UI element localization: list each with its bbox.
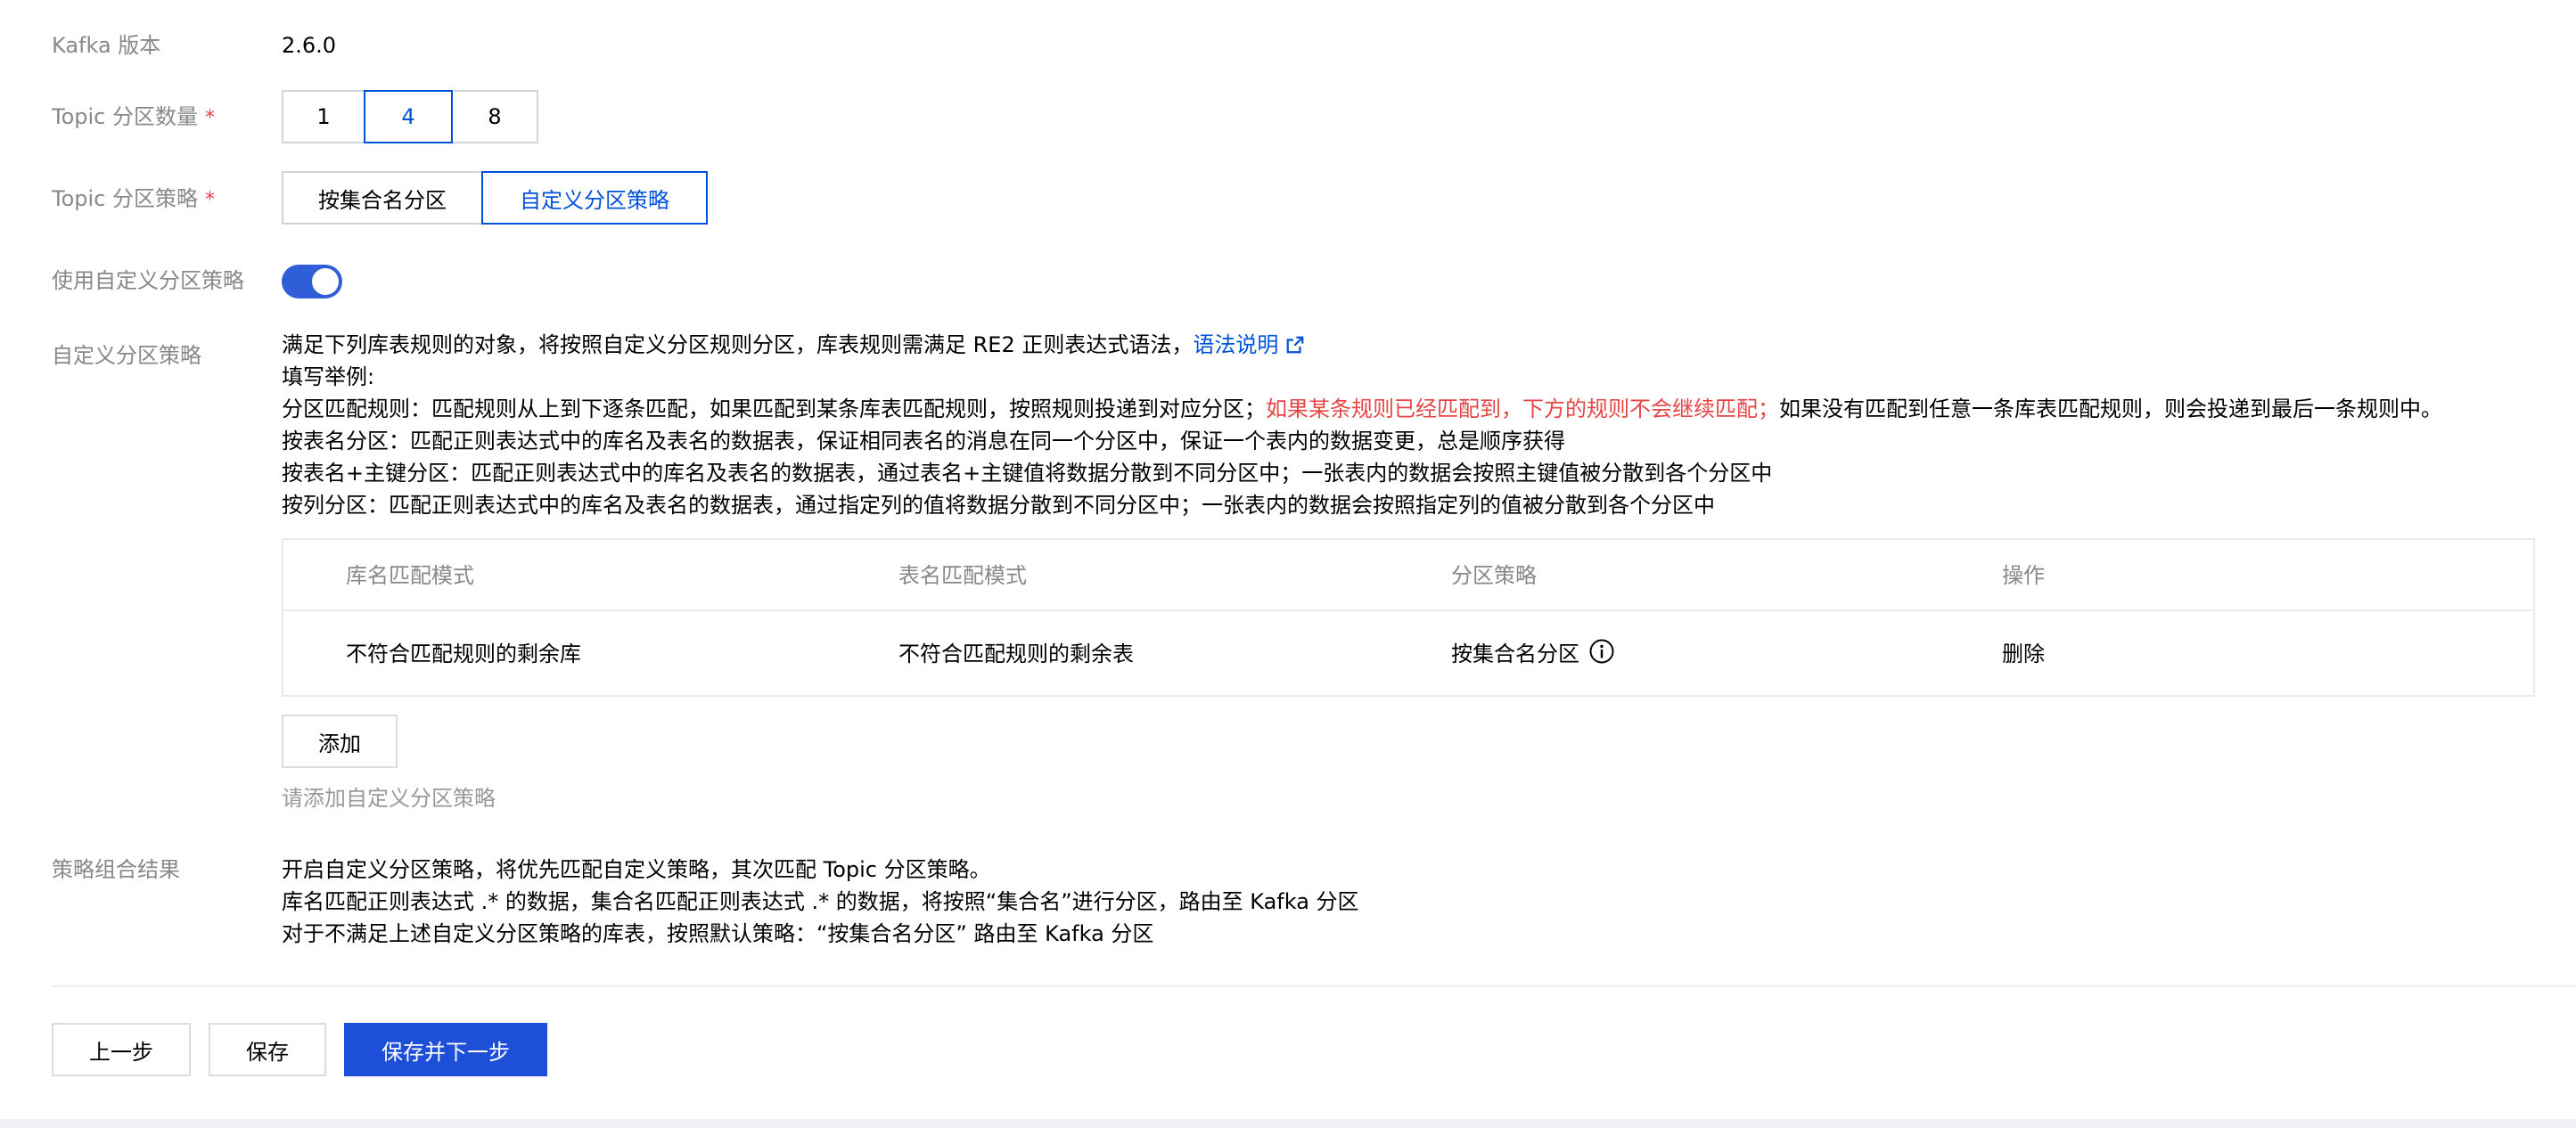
save-and-next-button[interactable]: 保存并下一步 [344,1023,547,1076]
partition-strategy-label-text: Topic 分区策略 [52,186,198,211]
add-rule-hint: 请添加自定义分区策略 [282,786,496,811]
by-column-line: 按列分区：匹配正则表达式中的库名及表名的数据表，通过指定列的值将数据分散到不同分… [282,493,1715,518]
intro-text: 满足下列库表规则的对象，将按照自定义分区规则分区，库表规则需满足 RE2 正则表… [282,332,1194,357]
info-icon[interactable] [1588,638,1615,665]
by-table-pk-line: 按表名+主键分区：匹配正则表达式中的库名及表名的数据表，通过表名+主键值将数据分… [282,461,1773,486]
syntax-help-link[interactable]: 语法说明 [1193,332,1305,357]
col-table-pattern: 表名匹配模式 [898,563,1027,588]
col-db-pattern: 库名匹配模式 [346,563,474,588]
result-description: 开启自定义分区策略，将优先匹配自定义策略，其次匹配 Topic 分区策略。 库名… [282,854,1359,950]
kafka-version-label: Kafka 版本 [52,33,161,58]
rule-suffix: 如果没有匹配到任意一条库表匹配规则，则会投递到最后一条规则中。 [1779,396,2442,421]
table-row: 不符合匹配规则的剩余库 不符合匹配规则的剩余表 按集合名分区 删除 [283,611,2533,697]
custom-rules-table: 库名匹配模式 表名匹配模式 分区策略 操作 不符合匹配规则的剩余库 不符合匹配规… [282,538,2535,697]
strategy-option-by-collection[interactable]: 按集合名分区 [282,171,483,225]
syntax-help-link-text: 语法说明 [1193,332,1279,357]
intro-line: 满足下列库表规则的对象，将按照自定义分区规则分区，库表规则需满足 RE2 正则表… [282,329,2442,361]
row-strategy-text: 按集合名分区 [1451,642,1579,666]
partition-count-label: Topic 分区数量 * [52,101,215,135]
required-mark: * [205,107,215,129]
rule-warning: 如果某条规则已经匹配到，下方的规则不会继续匹配； [1266,396,1779,421]
custom-toggle-label: 使用自定义分区策略 [52,268,244,293]
col-strategy: 分区策略 [1451,563,1537,588]
result-line-3: 对于不满足上述自定义分区策略的库表，按照默认策略：“按集合名分区” 路由至 Ka… [282,921,1154,946]
partition-count-option-8[interactable]: 8 [451,90,538,143]
footer-divider [52,985,2576,987]
result-line-1: 开启自定义分区策略，将优先匹配自定义策略，其次匹配 Topic 分区策略。 [282,857,991,882]
rule-line: 分区匹配规则：匹配规则从上到下逐条匹配，如果匹配到某条库表匹配规则，按照规则投递… [282,393,2442,425]
prev-step-button[interactable]: 上一步 [52,1023,191,1076]
partition-config-page: Kafka 版本 2.6.0 Topic 分区数量 * 1 4 8 Topic 分… [0,0,2576,1128]
result-line-2: 库名匹配正则表达式 .* 的数据，集合名匹配正则表达式 .* 的数据，将按照“集… [282,889,1359,914]
add-rule-button[interactable]: 添加 [282,715,398,768]
strategy-option-custom[interactable]: 自定义分区策略 [481,171,708,225]
custom-strategy-description: 满足下列库表规则的对象，将按照自定义分区规则分区，库表规则需满足 RE2 正则表… [282,329,2442,521]
kafka-version-value: 2.6.0 [282,33,337,58]
partition-count-option-4[interactable]: 4 [364,90,453,143]
save-button[interactable]: 保存 [209,1023,326,1076]
required-mark: * [205,189,215,211]
example-title: 填写举例: [282,364,375,389]
bottom-strip [0,1119,2576,1128]
partition-strategy-selector: 按集合名分区 自定义分区策略 [282,171,708,225]
by-table-line: 按表名分区：匹配正则表达式中的库名及表名的数据表，保证相同表名的消息在同一个分区… [282,429,1565,454]
table-header: 库名匹配模式 表名匹配模式 分区策略 操作 [283,540,2533,611]
custom-strategy-label: 自定义分区策略 [52,343,201,368]
partition-count-selector: 1 4 8 [282,90,538,143]
row-strategy: 按集合名分区 [1451,638,1615,670]
row-db-pattern: 不符合匹配规则的剩余库 [346,642,581,666]
partition-strategy-label: Topic 分区策略 * [52,183,215,217]
partition-count-option-1[interactable]: 1 [282,90,365,143]
partition-count-label-text: Topic 分区数量 [52,104,198,129]
switch-knob [312,268,339,295]
rule-prefix: 分区匹配规则：匹配规则从上到下逐条匹配，如果匹配到某条库表匹配规则，按照规则投递… [282,396,1266,421]
external-link-icon [1287,336,1304,354]
result-label: 策略组合结果 [52,857,180,882]
row-table-pattern: 不符合匹配规则的剩余表 [898,642,1134,666]
delete-rule-button[interactable]: 删除 [2002,638,2045,670]
custom-strategy-switch[interactable] [282,265,342,298]
col-action: 操作 [2002,563,2045,588]
